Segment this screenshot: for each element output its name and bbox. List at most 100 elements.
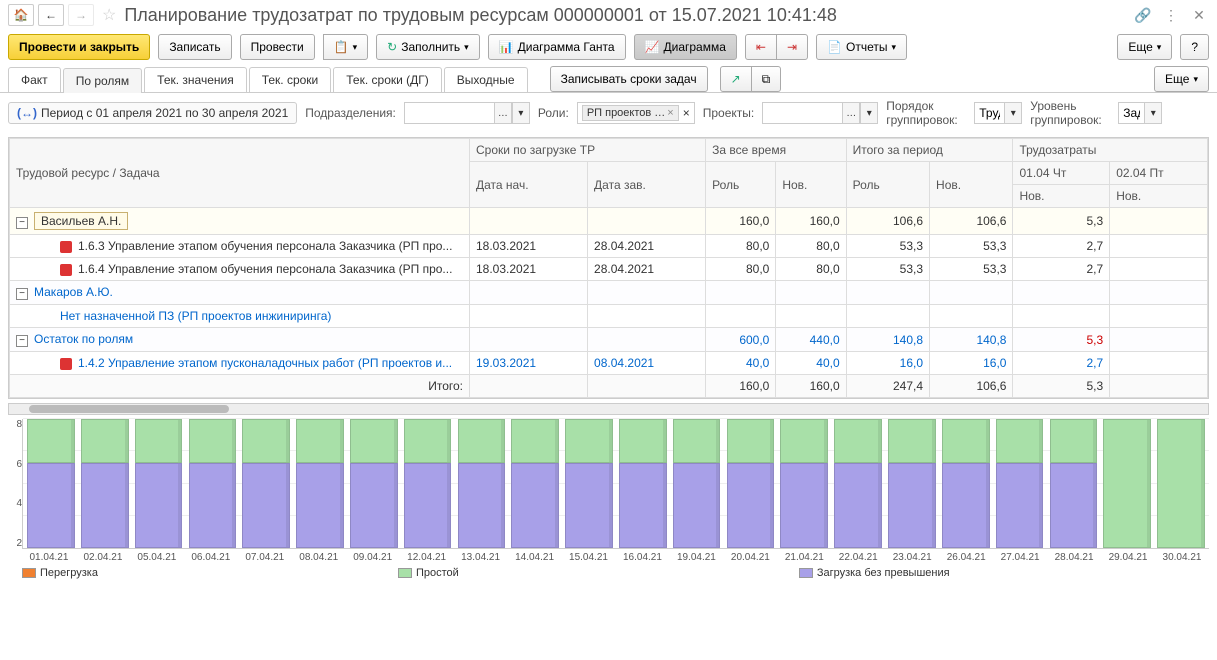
grid-cell[interactable]	[706, 305, 776, 328]
grid-cell[interactable]	[588, 328, 706, 352]
grid-cell[interactable]: 106,6	[846, 208, 929, 235]
grid-cell[interactable]: 53,3	[846, 258, 929, 281]
grid-cell[interactable]	[1110, 281, 1208, 305]
more-button-1[interactable]: Еще ▾	[1117, 34, 1172, 60]
task-name-cell[interactable]: 1.6.4 Управление этапом обучения персона…	[10, 258, 470, 281]
close-icon[interactable]: ✕	[1189, 5, 1209, 25]
more-button-2[interactable]: Еще ▾	[1154, 66, 1209, 92]
group-name-cell[interactable]: −Макаров А.Ю.	[10, 281, 470, 305]
grid-cell[interactable]: 08.04.2021	[588, 352, 706, 375]
projects-dropdown-button[interactable]: ▾	[860, 102, 878, 124]
favorite-icon[interactable]: ☆	[102, 5, 116, 25]
grid-cell[interactable]	[776, 281, 846, 305]
post-button[interactable]: Провести	[240, 34, 315, 60]
grid-cell[interactable]: 16,0	[846, 352, 929, 375]
dept-input[interactable]	[404, 102, 494, 124]
task-name-cell[interactable]: Нет назначенной ПЗ (РП проектов инжинири…	[10, 305, 470, 328]
group-level-input[interactable]	[1118, 102, 1144, 124]
grid-cell[interactable]: 440,0	[776, 328, 846, 352]
indent-right-button[interactable]: ⇥	[776, 34, 808, 60]
reports-button[interactable]: 📄 Отчеты ▾	[816, 34, 907, 60]
group-order-input[interactable]	[974, 102, 1004, 124]
indent-left-button[interactable]: ⇤	[745, 34, 777, 60]
grid-cell[interactable]	[1110, 328, 1208, 352]
collapse-icon[interactable]: −	[16, 335, 28, 347]
grid-cell[interactable]: 80,0	[776, 258, 846, 281]
col-load-dates[interactable]: Сроки по загрузке ТР	[470, 139, 706, 162]
col-resource[interactable]: Трудовой ресурс / Задача	[10, 139, 470, 208]
group-row[interactable]: −Васильев А.Н.160,0160,0106,6106,65,3	[10, 208, 1208, 235]
grid-cell[interactable]	[588, 208, 706, 235]
projects-input[interactable]	[762, 102, 842, 124]
grid-cell[interactable]: 40,0	[776, 352, 846, 375]
save-button[interactable]: Записать	[158, 34, 231, 60]
group-order-dropdown[interactable]: ▾	[1004, 102, 1022, 124]
group-row[interactable]: −Остаток по ролям600,0440,0140,8140,85,3	[10, 328, 1208, 352]
grid-cell[interactable]	[1110, 305, 1208, 328]
grid-cell[interactable]: 80,0	[706, 235, 776, 258]
grid-cell[interactable]: 53,3	[930, 235, 1013, 258]
group-name-cell[interactable]: −Васильев А.Н.	[10, 208, 470, 235]
grid-cell[interactable]: 160,0	[706, 208, 776, 235]
group-row[interactable]: −Макаров А.Ю.	[10, 281, 1208, 305]
task-row[interactable]: Нет назначенной ПЗ (РП проектов инжинири…	[10, 305, 1208, 328]
col-p-role[interactable]: Роль	[846, 162, 929, 208]
grid-cell[interactable]	[930, 281, 1013, 305]
col-period-total[interactable]: Итого за период	[846, 139, 1013, 162]
grid-cell[interactable]	[1110, 352, 1208, 375]
grid-cell[interactable]	[706, 281, 776, 305]
col-all-role[interactable]: Роль	[706, 162, 776, 208]
write-task-dates-button[interactable]: Записывать сроки задач	[550, 66, 708, 92]
chart-button[interactable]: 📈 Диаграмма	[634, 34, 737, 60]
grid-cell[interactable]: 600,0	[706, 328, 776, 352]
grid-cell[interactable]	[1110, 258, 1208, 281]
task-row[interactable]: 1.6.4 Управление этапом обучения персона…	[10, 258, 1208, 281]
open-external-button[interactable]: ↗	[720, 66, 752, 92]
grid-cell[interactable]	[930, 305, 1013, 328]
col-start[interactable]: Дата нач.	[470, 162, 588, 208]
task-name-cell[interactable]: 1.6.3 Управление этапом обучения персона…	[10, 235, 470, 258]
collapse-icon[interactable]: −	[16, 217, 28, 229]
grid-cell[interactable]: 19.03.2021	[470, 352, 588, 375]
gantt-button[interactable]: 📊 Диаграмма Ганта	[488, 34, 626, 60]
grid-cell[interactable]: 18.03.2021	[470, 258, 588, 281]
col-all-time[interactable]: За все время	[706, 139, 847, 162]
link-icon[interactable]: 🔗	[1133, 5, 1153, 25]
col-day2[interactable]: 02.04 Пт	[1110, 162, 1208, 185]
grid-cell[interactable]	[470, 208, 588, 235]
roles-clear[interactable]: ×	[683, 106, 690, 120]
grid-cell[interactable]: Итого:	[10, 375, 470, 398]
grid-cell[interactable]	[846, 305, 929, 328]
col-day1[interactable]: 01.04 Чт	[1013, 162, 1110, 185]
grid-cell[interactable]: 28.04.2021	[588, 258, 706, 281]
more-menu-icon[interactable]: ⋮	[1161, 5, 1181, 25]
grid-cell[interactable]	[846, 281, 929, 305]
help-button[interactable]: ?	[1180, 34, 1209, 60]
forward-button[interactable]: →	[68, 4, 94, 26]
back-button[interactable]: ←	[38, 4, 64, 26]
grid-cell[interactable]	[470, 305, 588, 328]
grid-cell[interactable]: 140,8	[846, 328, 929, 352]
grid-cell[interactable]: 53,3	[930, 258, 1013, 281]
tab-weekends[interactable]: Выходные	[444, 67, 528, 92]
tab-current-values[interactable]: Тек. значения	[144, 67, 247, 92]
grid-cell[interactable]: 40,0	[706, 352, 776, 375]
grid-cell[interactable]: 28.04.2021	[588, 235, 706, 258]
col-all-new[interactable]: Нов.	[776, 162, 846, 208]
grid-cell[interactable]: 16,0	[930, 352, 1013, 375]
grid-cell[interactable]: 2,7	[1013, 235, 1110, 258]
fill-button[interactable]: ↻ Заполнить ▾	[376, 34, 480, 60]
grid-cell[interactable]	[470, 375, 588, 398]
grid-horizontal-scrollbar[interactable]	[8, 403, 1209, 415]
grid-cell[interactable]: 140,8	[930, 328, 1013, 352]
grid-cell[interactable]: 106,6	[930, 208, 1013, 235]
period-selector[interactable]: (↔) Период с 01 апреля 2021 по 30 апреля…	[8, 102, 297, 124]
home-button[interactable]: 🏠	[8, 4, 34, 26]
col-day2-new[interactable]: Нов.	[1110, 185, 1208, 208]
projects-lookup-button[interactable]: …	[842, 102, 860, 124]
grid-cell[interactable]: 53,3	[846, 235, 929, 258]
col-end[interactable]: Дата зав.	[588, 162, 706, 208]
col-p-new[interactable]: Нов.	[930, 162, 1013, 208]
col-day1-new[interactable]: Нов.	[1013, 185, 1110, 208]
col-labor[interactable]: Трудозатраты	[1013, 139, 1208, 162]
